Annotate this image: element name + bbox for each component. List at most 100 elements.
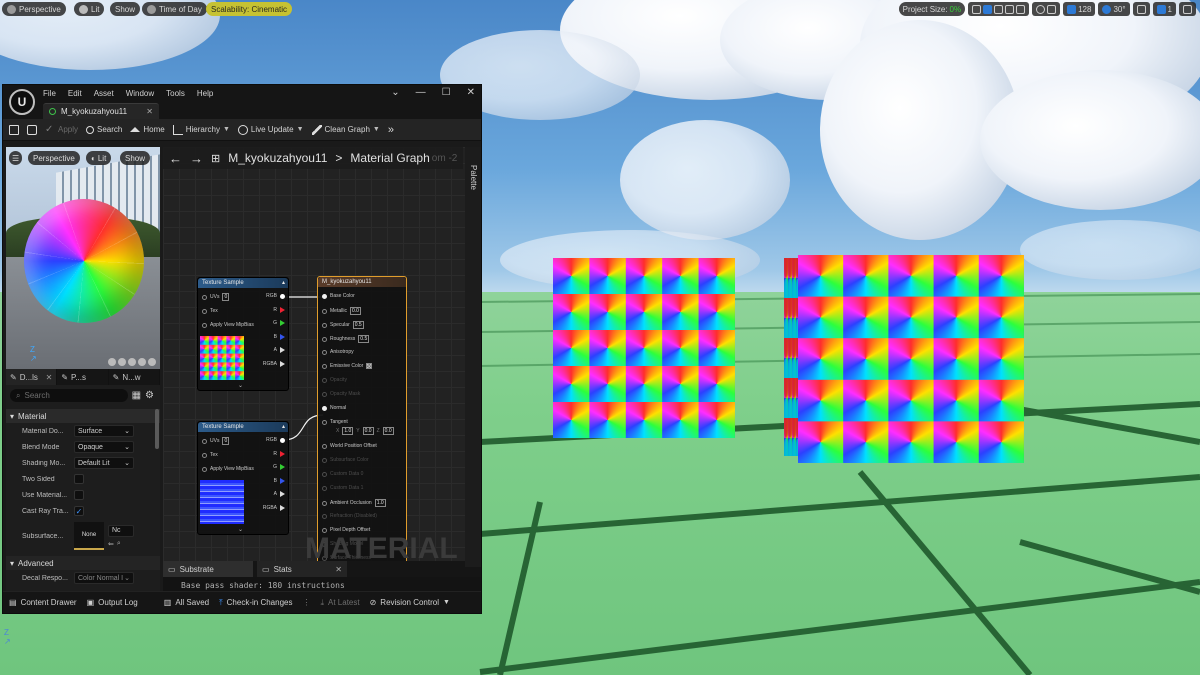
chevron-up-icon[interactable]: ▴ — [282, 278, 285, 288]
material-pin-anisotropy[interactable]: Anisotropy — [322, 349, 354, 355]
minimize-icon[interactable]: — — [416, 87, 426, 98]
preview-lit-button[interactable]: ◐ Lit — [86, 151, 112, 165]
material-pin-subsurface-color[interactable]: Subsurface Color — [322, 457, 369, 463]
material-pin-roughness[interactable]: Roughness 0.5 — [322, 335, 370, 343]
settings-icon[interactable]: ⚙ — [145, 390, 154, 401]
material-pin-metallic[interactable]: Metallic 0.0 — [322, 307, 361, 315]
revision-control-button[interactable]: ⊘ Revision Control ▼ — [370, 598, 450, 607]
preview-show-button[interactable]: Show — [120, 151, 151, 165]
material-pin-base-color[interactable]: Base Color — [322, 293, 355, 299]
back-arrow-icon[interactable]: ← — [169, 151, 182, 166]
toolbar-overflow-button[interactable]: » — [388, 124, 394, 136]
hierarchy-button[interactable]: Hierarchy ▼ — [172, 124, 230, 135]
material-pin-value[interactable]: 1.0 — [374, 499, 386, 507]
a-output[interactable]: A — [274, 491, 285, 497]
viewport-layout-group[interactable] — [1179, 2, 1196, 16]
cube-right-front-face[interactable] — [798, 255, 1024, 463]
material-pin-custom-data-0[interactable]: Custom Data 0 — [322, 471, 363, 477]
live-update-button[interactable]: Live Update ▼ — [237, 124, 304, 135]
material-pin-opacity[interactable]: Opacity — [322, 377, 347, 383]
menu-tools[interactable]: Tools — [166, 89, 185, 98]
a-output[interactable]: A — [274, 347, 285, 353]
document-tab-material[interactable]: M_kyokuzahyou11 ✕ — [43, 103, 159, 119]
tangent-value[interactable]: 0.0 — [382, 427, 394, 435]
rgba-output[interactable]: RGBA — [263, 361, 285, 367]
tab-close-icon[interactable]: ✕ — [146, 107, 153, 116]
menu-file[interactable]: File — [43, 89, 56, 98]
tex-pin[interactable]: Tex — [202, 452, 218, 458]
browse-button[interactable] — [27, 124, 37, 135]
r-output[interactable]: R — [273, 307, 285, 313]
preview-menu-button[interactable]: ☰ — [9, 151, 23, 165]
check-in-changes-button[interactable]: ⤒ Check-in Changes — [219, 598, 292, 608]
save-button[interactable] — [9, 124, 19, 135]
details-scrollbar[interactable] — [155, 409, 159, 449]
forward-arrow-icon[interactable]: → — [190, 151, 203, 166]
rgba-output[interactable]: RGBA — [263, 505, 285, 511]
use-selected-icon[interactable]: ⇐ — [108, 540, 114, 548]
material-domain-select[interactable]: Surface ⌄ — [74, 425, 134, 437]
material-pin-normal[interactable]: Normal — [322, 405, 346, 411]
menu-edit[interactable]: Edit — [68, 89, 82, 98]
browse-asset-icon[interactable]: ⌕ — [117, 540, 121, 548]
teapot-shape-icon[interactable] — [148, 358, 156, 366]
tex-pin[interactable]: Tex — [202, 308, 218, 314]
scale-snap-group[interactable] — [1132, 2, 1150, 16]
cast-ray-traced-shadows-checkbox[interactable]: ✓ — [74, 506, 84, 516]
subsurface-select[interactable]: Nc — [108, 524, 134, 537]
emissive-color-swatch[interactable] — [366, 363, 373, 369]
surface-snap-icon[interactable] — [1016, 4, 1026, 14]
window-dropdown-icon[interactable]: ⌄ — [391, 87, 399, 98]
at-latest-button[interactable]: ⤓ At Latest — [320, 598, 359, 608]
search-button[interactable]: Search — [86, 125, 122, 134]
texture-sample-node-1[interactable]: Texture Sample ▴ UVs 0 Tex Apply View MipB… — [197, 277, 289, 391]
select-mode-icon[interactable] — [972, 4, 982, 14]
close-icon[interactable]: ✕ — [467, 87, 475, 98]
mipbias-pin[interactable]: Apply View MipBias — [202, 466, 254, 472]
rgb-output[interactable]: RGB — [266, 437, 285, 443]
viewport-perspective-button[interactable]: Perspective — [2, 2, 66, 16]
grid-snap-group[interactable]: 128 — [1063, 2, 1096, 16]
uvs-pin[interactable]: UVs 0 — [202, 437, 230, 445]
preview-perspective-button[interactable]: Perspective — [28, 151, 80, 165]
all-saved-button[interactable]: ▥ All Saved — [164, 598, 209, 607]
material-pin-tangent[interactable]: Tangent — [322, 419, 348, 425]
decal-response-select[interactable]: Color Normal I ⌄ — [74, 572, 134, 584]
material-pin-world-position-offset[interactable]: World Position Offset — [322, 443, 377, 449]
cylinder-shape-icon[interactable] — [118, 358, 126, 366]
menu-asset[interactable]: Asset — [94, 89, 114, 98]
tab-close-icon[interactable]: ✕ — [46, 373, 53, 382]
viewport-show-button[interactable]: Show — [110, 2, 141, 16]
camera-speed-group[interactable]: 1 — [1152, 2, 1176, 16]
scale-mode-icon[interactable] — [1005, 4, 1015, 14]
chevron-down-icon[interactable]: ⌄ — [238, 382, 243, 389]
b-output[interactable]: B — [274, 478, 285, 484]
menu-window[interactable]: Window — [126, 89, 154, 98]
globe-icon[interactable] — [1036, 4, 1046, 14]
breadcrumb-asset[interactable]: M_kyokuzahyou11 — [228, 151, 327, 165]
material-pin-value[interactable]: 0.5 — [352, 321, 364, 329]
shading-model-select[interactable]: Default Lit ⌄ — [74, 457, 134, 469]
content-drawer-button[interactable]: ▤ Content Drawer — [9, 598, 77, 607]
preview-sphere[interactable] — [24, 199, 144, 323]
section-advanced-header[interactable]: ▾ Advanced — [6, 556, 160, 570]
uvs-pin[interactable]: UVs 0 — [202, 293, 230, 301]
status-more-icon[interactable]: ⋮ — [302, 598, 310, 607]
g-output[interactable]: G — [273, 464, 285, 470]
material-pin-ambient-occlusion[interactable]: Ambient Occlusion 1.0 — [322, 499, 386, 507]
grid-snap-icon[interactable] — [1047, 4, 1057, 14]
output-log-button[interactable]: ▣ Output Log — [87, 598, 138, 607]
project-size-indicator[interactable]: Project Size: 0% — [898, 2, 966, 16]
mipbias-pin[interactable]: Apply View MipBias — [202, 322, 254, 328]
tab-parameters[interactable]: ✎ P...s — [57, 369, 109, 385]
chevron-up-icon[interactable]: ▴ — [282, 422, 285, 432]
material-result-node[interactable]: M_kyokuzahyou11 Base Color Metallic 0.0 Spe… — [317, 276, 407, 567]
scalability-badge[interactable]: Scalability: Cinematic — [206, 2, 293, 16]
rotate-mode-icon[interactable] — [994, 4, 1004, 14]
clean-graph-button[interactable]: Clean Graph ▼ — [311, 124, 380, 135]
material-pin-value[interactable]: 0.0 — [349, 307, 361, 315]
material-pin-opacity-mask[interactable]: Opacity Mask — [322, 391, 360, 397]
rgb-output[interactable]: RGB — [266, 293, 285, 299]
material-graph-canvas[interactable]: Texture Sample ▴ UVs 0 Tex Apply View MipB… — [163, 147, 481, 567]
r-output[interactable]: R — [273, 451, 285, 457]
